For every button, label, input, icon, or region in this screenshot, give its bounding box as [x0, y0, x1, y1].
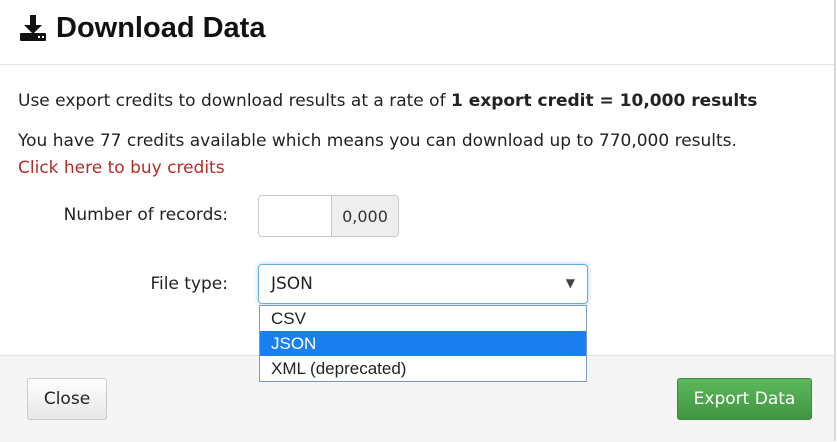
records-label: Number of records:: [63, 205, 228, 225]
rate-info-text: Use export credits to download results a…: [18, 91, 757, 111]
records-input-group: 0,000: [258, 195, 399, 237]
filetype-option-json[interactable]: JSON: [260, 331, 586, 356]
records-suffix: 0,000: [331, 196, 398, 236]
filetype-select[interactable]: JSON ▼: [258, 264, 588, 304]
buy-credits-link[interactable]: Click here to buy credits: [18, 158, 225, 178]
rate-info-prefix: Use export credits to download results a…: [18, 91, 451, 111]
filetype-label: File type:: [150, 274, 228, 294]
records-input[interactable]: [259, 196, 331, 236]
filetype-selected-value: JSON: [271, 274, 313, 294]
modal-header: Download Data: [0, 0, 834, 65]
chevron-down-icon: ▼: [565, 276, 575, 290]
download-icon: [20, 15, 46, 41]
filetype-option-csv[interactable]: CSV: [260, 306, 586, 331]
filetype-option-xml[interactable]: XML (deprecated): [260, 356, 586, 381]
export-data-button[interactable]: Export Data: [677, 378, 812, 420]
modal-title: Download Data: [56, 12, 266, 44]
credits-info-text: You have 77 credits available which mean…: [18, 131, 737, 151]
close-button[interactable]: Close: [27, 378, 107, 420]
download-data-modal: Download Data Use export credits to down…: [0, 0, 836, 442]
rate-info-bold: 1 export credit = 10,000 results: [450, 91, 758, 111]
filetype-dropdown-list: CSV JSON XML (deprecated): [259, 305, 587, 382]
